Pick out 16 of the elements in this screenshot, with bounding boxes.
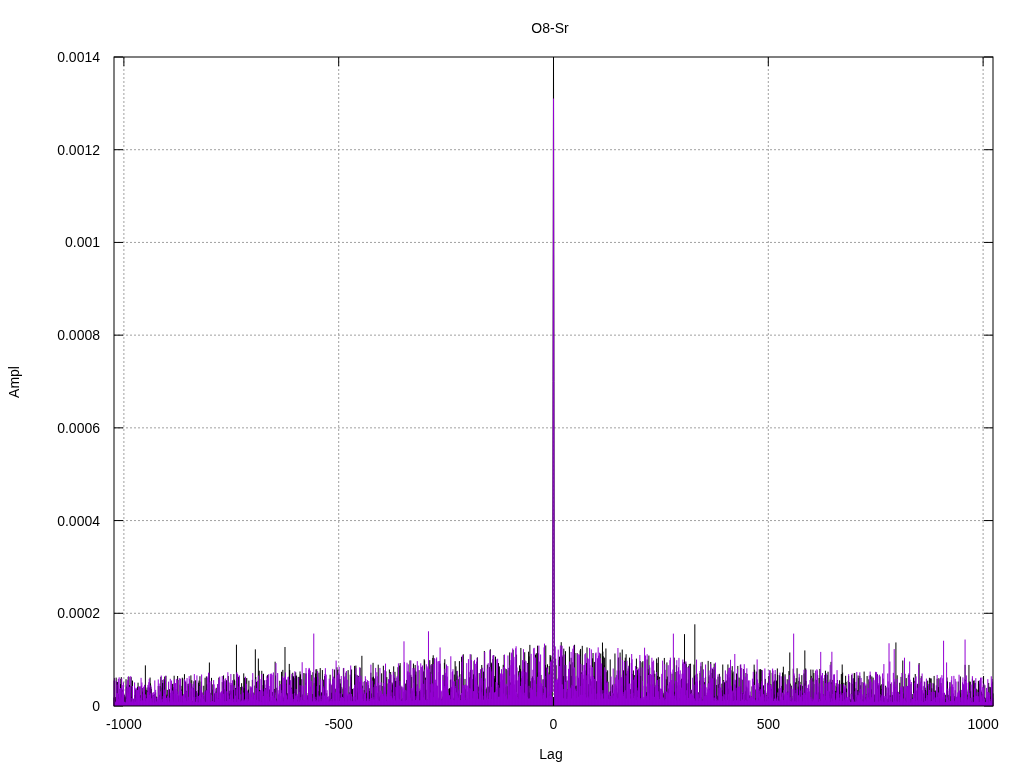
y-tick-label: 0.0004 (57, 512, 100, 529)
x-tick-label: 0 (549, 716, 558, 732)
chart-title: O8-Sr (531, 20, 569, 36)
y-tick-label: 0.0012 (57, 141, 100, 158)
x-axis-label: Lag (539, 746, 563, 762)
x-tick-label: 500 (756, 716, 780, 732)
x-tick-label: -1000 (105, 716, 142, 732)
y-tick-label: 0.0002 (57, 605, 100, 622)
y-tick-label: 0.0006 (57, 419, 100, 436)
y-tick-label: 0.0014 (57, 49, 100, 65)
y-tick-label: 0.001 (64, 234, 100, 251)
y-tick-label: 0.0008 (57, 327, 100, 344)
y-tick-label: 0 (92, 698, 100, 714)
x-tick-label: 1000 (967, 716, 999, 732)
y-axis-label: Ampl (6, 366, 22, 398)
x-tick-label: -500 (324, 716, 353, 732)
